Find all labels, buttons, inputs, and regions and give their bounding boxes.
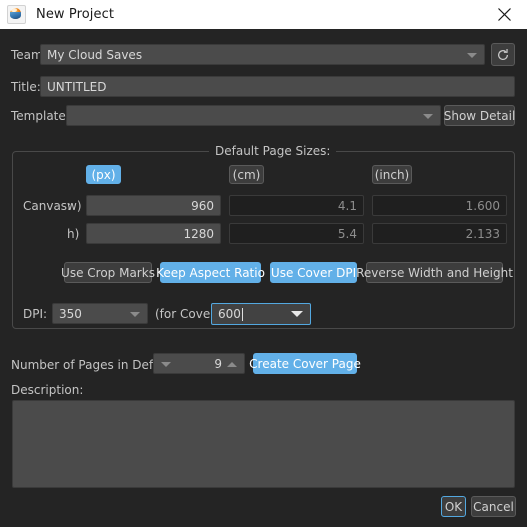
canvas-width-px-value: 960 xyxy=(191,198,214,213)
keep-aspect-ratio-button[interactable]: Keep Aspect Ratio xyxy=(156,262,265,283)
dpi-value: 350 xyxy=(59,306,82,321)
cancel-button[interactable]: Cancel xyxy=(471,496,516,517)
refresh-icon xyxy=(498,48,508,60)
canvas-height-px-input[interactable]: 1280 xyxy=(86,223,221,244)
chevron-down-icon xyxy=(423,113,433,119)
canvas-height-px-value: 1280 xyxy=(183,226,214,241)
canvas-height-cm-input[interactable]: 5.4 xyxy=(229,223,364,244)
team-combobox[interactable]: My Cloud Saves xyxy=(40,44,485,65)
canvas-width-cm-value: 4.1 xyxy=(337,198,357,213)
canvas-width-label: w) xyxy=(67,199,82,213)
chevron-down-icon[interactable] xyxy=(161,361,171,367)
window-title: New Project xyxy=(36,7,115,22)
use-cover-dpi-button[interactable]: Use Cover DPI xyxy=(270,262,357,283)
canvas-width-px-input[interactable]: 960 xyxy=(86,195,221,216)
reverse-width-height-button[interactable]: Reverse Width and Height xyxy=(356,262,513,283)
team-value: My Cloud Saves xyxy=(47,47,143,62)
use-crop-marks-button[interactable]: Use Crop Marks xyxy=(61,262,155,283)
title-value: UNTITLED xyxy=(47,79,107,94)
dpi-combobox[interactable]: 350 xyxy=(52,303,148,324)
canvas-height-label: h) xyxy=(67,227,80,241)
chevron-down-icon xyxy=(291,311,303,317)
title-bar: New Project xyxy=(0,0,527,29)
canvas-width-inch-value: 1.600 xyxy=(465,198,500,213)
canvas-height-inch-input[interactable]: 2.133 xyxy=(372,223,507,244)
description-label: Description: xyxy=(11,383,84,397)
close-icon[interactable] xyxy=(481,0,527,29)
template-label: Template: xyxy=(11,109,70,123)
chevron-down-icon xyxy=(130,311,140,317)
title-input[interactable]: UNTITLED xyxy=(40,76,515,97)
chevron-up-icon[interactable] xyxy=(227,361,237,367)
unit-button-px[interactable]: (px) xyxy=(86,165,121,184)
text-caret xyxy=(241,307,243,321)
unit-button-cm[interactable]: (cm) xyxy=(229,165,264,184)
pages-value: 9 xyxy=(214,356,222,371)
canvas-width-cm-input[interactable]: 4.1 xyxy=(229,195,364,216)
dpi-label: DPI: xyxy=(23,307,48,321)
canvas-height-inch-value: 2.133 xyxy=(465,226,500,241)
new-project-dialog: New Project Team: My Cloud Saves Title: … xyxy=(0,0,527,527)
pages-spinner[interactable]: 9 xyxy=(153,353,245,374)
description-textarea[interactable] xyxy=(12,400,515,488)
create-cover-page-button[interactable]: Create Cover Page xyxy=(249,353,361,374)
show-detail-button[interactable]: Show Detail xyxy=(444,105,515,126)
cover-dpi-combobox[interactable]: 600 xyxy=(211,303,311,325)
unit-button-inch[interactable]: (inch) xyxy=(372,165,412,184)
template-combobox[interactable] xyxy=(66,105,441,126)
canvas-height-cm-value: 5.4 xyxy=(337,226,357,241)
canvas-width-inch-input[interactable]: 1.600 xyxy=(372,195,507,216)
canvas-label: Canvas: xyxy=(23,199,72,213)
project-globe-icon xyxy=(7,5,26,24)
chevron-down-icon xyxy=(467,52,477,58)
refresh-team-button[interactable] xyxy=(491,43,515,66)
cover-dpi-value: 600 xyxy=(218,307,241,321)
title-label: Title: xyxy=(11,80,41,94)
group-title: Default Page Sizes: xyxy=(209,144,337,158)
ok-button[interactable]: OK xyxy=(441,496,466,517)
